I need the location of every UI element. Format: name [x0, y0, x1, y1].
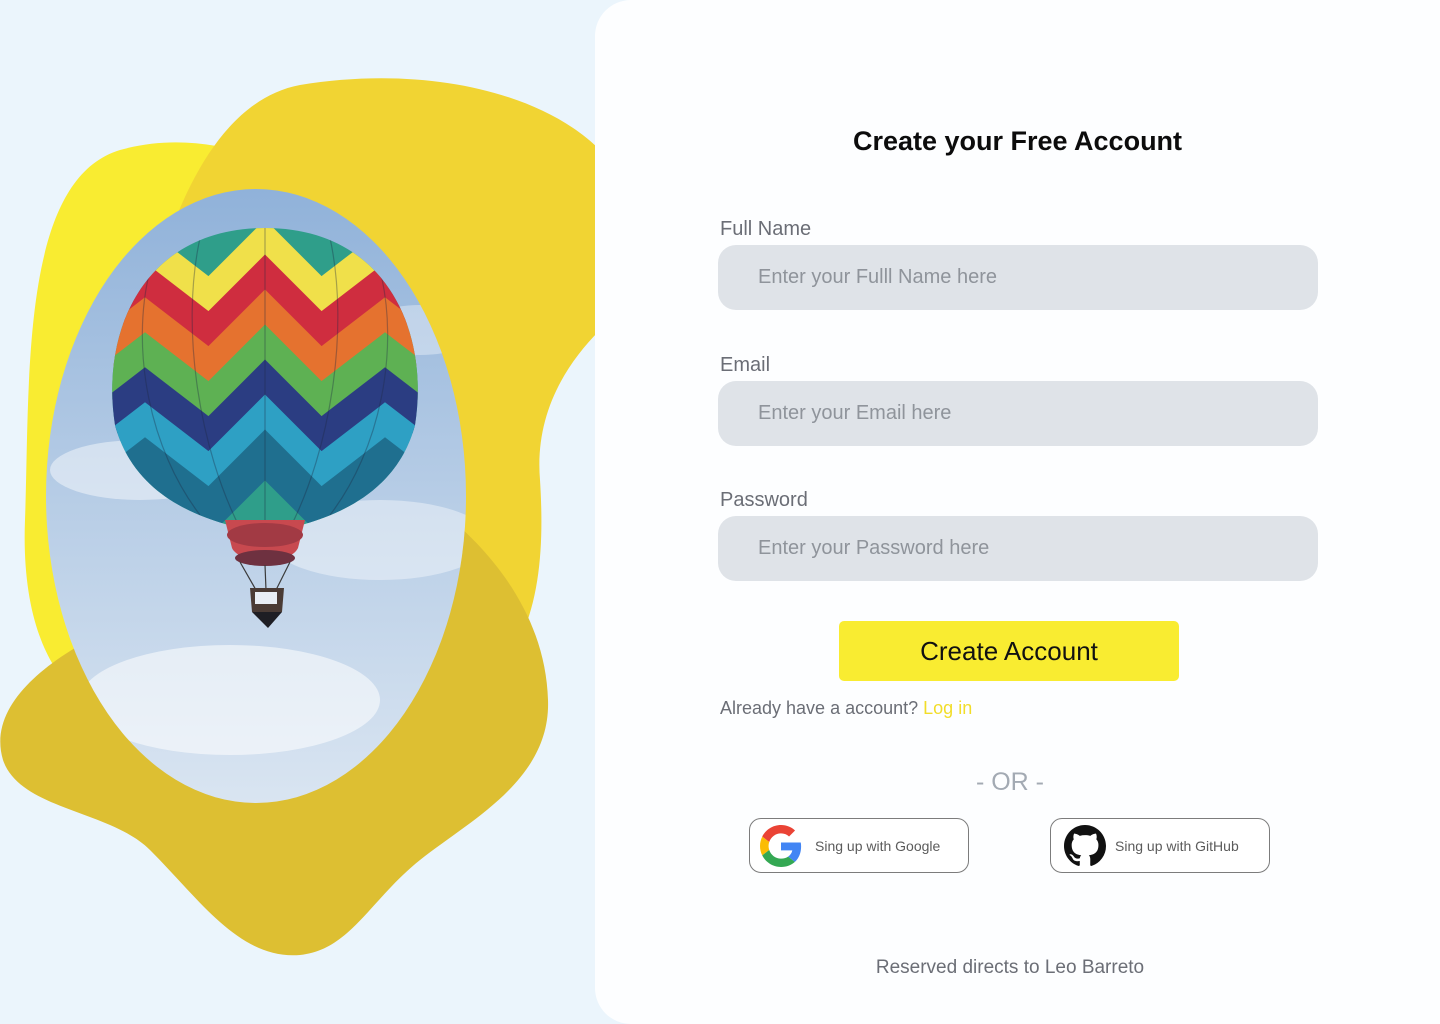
password-input[interactable]	[718, 516, 1318, 581]
page-title: Create your Free Account	[852, 126, 1183, 156]
github-signup-button[interactable]: Sing up with GitHub	[1050, 818, 1270, 873]
hero-illustration	[0, 78, 600, 956]
email-label: Email	[720, 354, 771, 376]
login-prompt-text: Already have a account?	[720, 698, 919, 718]
google-icon	[759, 824, 803, 868]
password-label: Password	[720, 489, 808, 511]
signup-card: Create your Free Account Full Name Email…	[595, 0, 1440, 1024]
full-name-input[interactable]	[718, 245, 1318, 310]
footer-credit: Reserved directs to Leo Barreto	[875, 957, 1145, 978]
google-signup-label: Sing up with Google	[815, 837, 941, 854]
full-name-label: Full Name	[720, 218, 812, 240]
google-signup-button[interactable]: Sing up with Google	[749, 818, 969, 873]
or-divider: - OR -	[975, 768, 1045, 796]
login-link[interactable]: Log in	[923, 698, 972, 718]
email-input[interactable]	[718, 381, 1318, 446]
github-signup-label: Sing up with GitHub	[1115, 837, 1239, 854]
github-icon	[1064, 824, 1106, 867]
create-account-button[interactable]: Create Account	[839, 621, 1179, 681]
login-prompt: Already have a account? Log in	[720, 698, 972, 719]
